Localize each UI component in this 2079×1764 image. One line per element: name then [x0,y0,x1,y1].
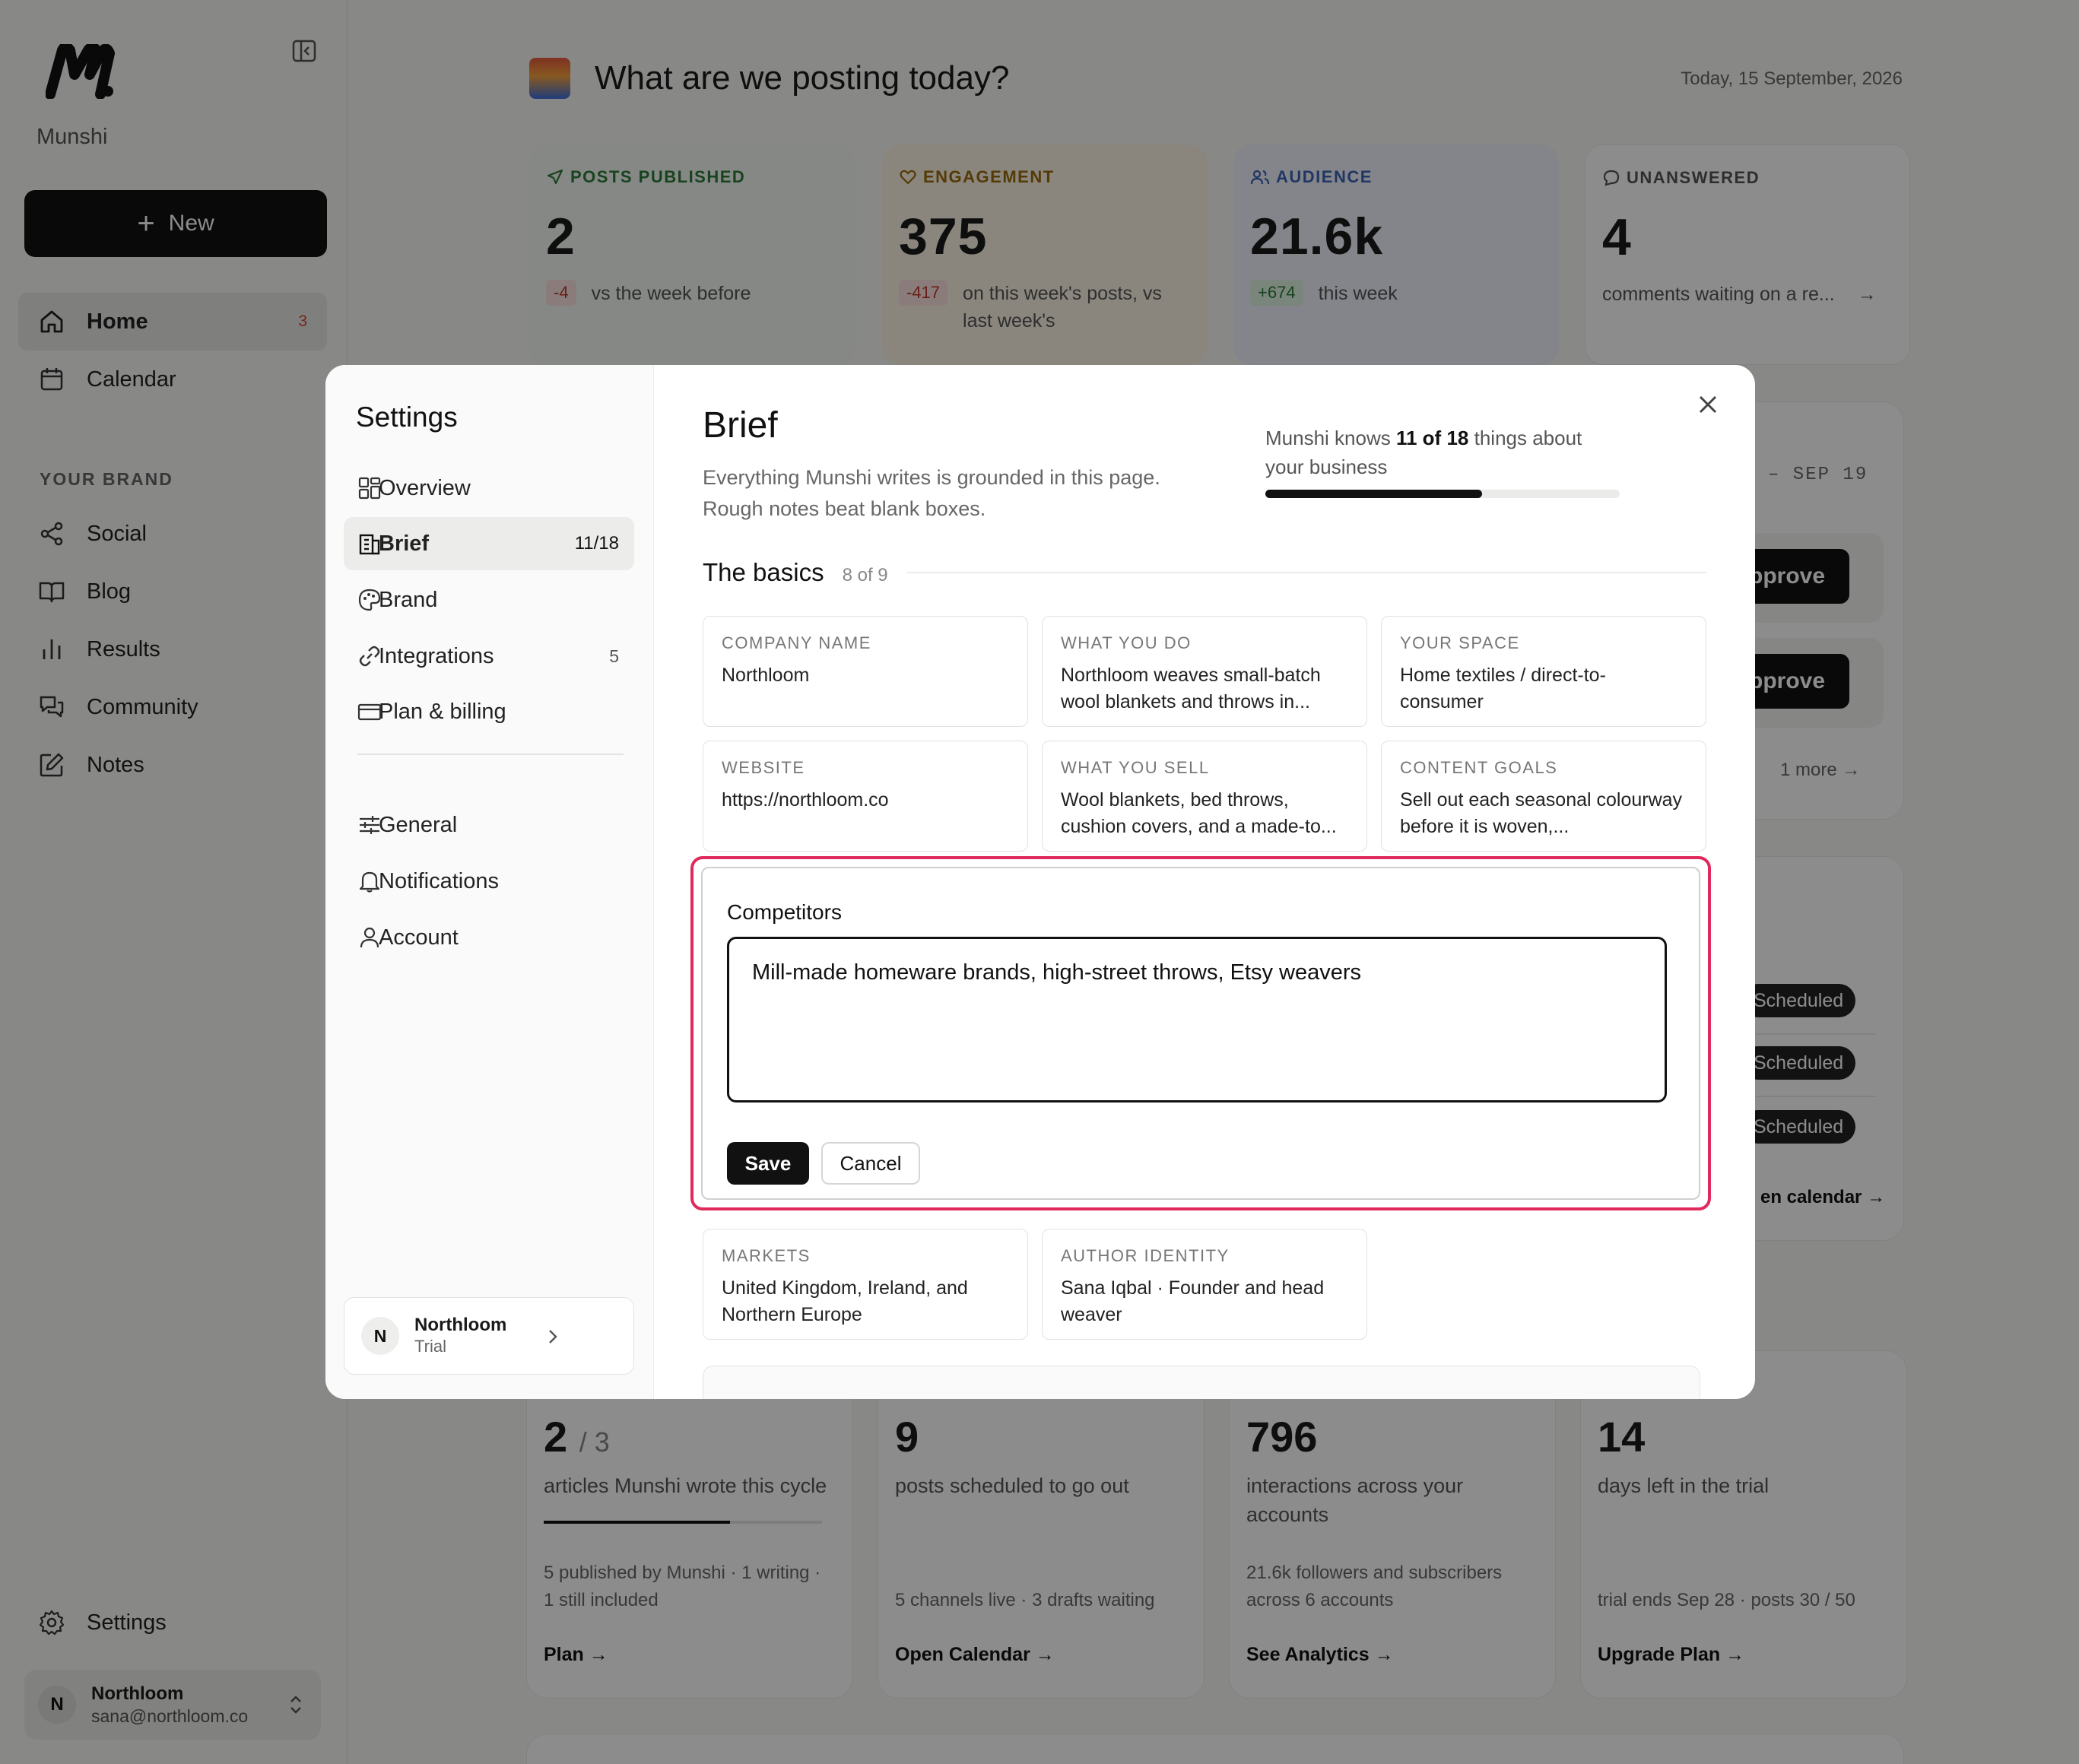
field-content-goals[interactable]: CONTENT GOALS Sell out each seasonal col… [1381,741,1706,852]
settings-nav: Settings Overview Brief 11/18 Brand Inte… [325,365,654,1399]
workspace-info: Northloom Trial [414,1315,506,1356]
chevron-right-icon [549,1330,557,1344]
workspace-switcher[interactable]: N Northloom Trial [344,1297,634,1375]
field-value: Northloom weaves small-batch wool blanke… [1061,665,1321,712]
field-value: https://northloom.co [722,789,889,811]
grid-icon [358,477,381,500]
section-header: The basics 8 of 9 [703,558,1706,587]
brief-title: Brief [703,405,778,446]
integrations-count: 5 [609,646,619,666]
settings-nav-label: Brand [379,587,438,612]
settings-nav-brand[interactable]: Brand [344,573,634,627]
settings-nav-label: Brief [379,531,430,556]
field-what-you-sell[interactable]: WHAT YOU SELL Wool blankets, bed throws,… [1042,741,1367,852]
field-label: YOUR SPACE [1400,633,1520,652]
competitors-textarea[interactable]: Mill-made homeware brands, high-street t… [727,937,1667,1102]
field-value: Northloom [722,665,810,686]
section-count: 8 of 9 [842,565,888,585]
field-label: WHAT YOU SELL [1061,758,1210,777]
field-label: MARKETS [722,1246,811,1265]
field-author-identity[interactable]: AUTHOR IDENTITY Sana Iqbal · Founder and… [1042,1229,1367,1340]
field-what-you-do[interactable]: WHAT YOU DO Northloom weaves small-batch… [1042,616,1367,727]
palette-icon [358,589,381,611]
knows-prefix: Munshi knows [1265,427,1391,449]
field-your-space[interactable]: YOUR SPACE Home textiles / direct-to-con… [1381,616,1706,727]
settings-title: Settings [356,401,458,433]
section-title: The basics [703,558,824,586]
brief-count: 11/18 [574,533,619,554]
settings-modal: Settings Overview Brief 11/18 Brand Inte… [325,365,1755,1399]
settings-nav-label: Integrations [379,643,494,668]
settings-nav-label: Notifications [379,868,499,893]
field-label: WHAT YOU DO [1061,633,1192,652]
sliders-icon [360,816,379,834]
settings-nav-brief[interactable]: Brief 11/18 [344,517,634,570]
settings-nav-notifications[interactable]: Notifications [344,855,634,908]
settings-nav-integrations[interactable]: Integrations 5 [344,630,634,683]
brief-description: Everything Munshi writes is grounded in … [703,466,1160,520]
user-icon [360,927,379,948]
credit-card-icon [357,703,382,721]
field-label: COMPANY NAME [722,633,871,652]
next-section-card [703,1366,1700,1399]
close-icon[interactable] [1691,388,1725,421]
field-markets[interactable]: MARKETS United Kingdom, Ireland, and Nor… [703,1229,1028,1340]
field-value: Wool blankets, bed throws, cushion cover… [1061,789,1337,837]
settings-nav-label: Overview [379,475,471,500]
app-root: Munshi + New Home 3 Calendar YOUR BRAND … [0,0,2079,1764]
cancel-button[interactable]: Cancel [821,1142,920,1185]
field-value: Sell out each seasonal colourway before … [1400,789,1683,837]
field-value: Sana Iqbal · Founder and head weaver [1061,1277,1325,1325]
field-label: CONTENT GOALS [1400,758,1558,777]
field-website[interactable]: WEBSITE https://northloom.co [703,741,1028,852]
settings-nav-label: General [379,812,458,837]
section-divider [906,572,1706,573]
brief-knowledge-summary: Munshi knows 11 of 18 things about your … [1265,424,1623,481]
building-icon [359,534,380,555]
field-value: Home textiles / direct-to-consumer [1400,665,1606,712]
field-label: WEBSITE [722,758,805,777]
settings-nav-label: Plan & billing [379,699,506,724]
settings-nav-overview[interactable]: Overview [344,462,634,515]
settings-nav-account[interactable]: Account [344,911,634,964]
save-button[interactable]: Save [727,1142,809,1185]
link-icon [359,646,380,667]
settings-nav-plan-billing[interactable]: Plan & billing [344,685,634,738]
field-competitors-label: Competitors [727,900,842,924]
knows-count: 11 of 18 [1395,427,1469,449]
settings-nav-label: Account [379,925,459,950]
nav-divider [357,754,624,755]
field-label: AUTHOR IDENTITY [1061,1246,1230,1265]
workspace-avatar: N [361,1317,399,1355]
field-company-name[interactable]: COMPANY NAME Northloom [703,616,1028,727]
settings-nav-general[interactable]: General [344,798,634,852]
bell-icon [359,871,380,893]
workspace-name: Northloom [414,1315,507,1336]
field-value: United Kingdom, Ireland, and Northern Eu… [722,1277,968,1325]
brief-progress-bar [1265,490,1620,498]
workspace-plan: Trial [414,1337,446,1356]
progress-fill [1265,490,1482,498]
